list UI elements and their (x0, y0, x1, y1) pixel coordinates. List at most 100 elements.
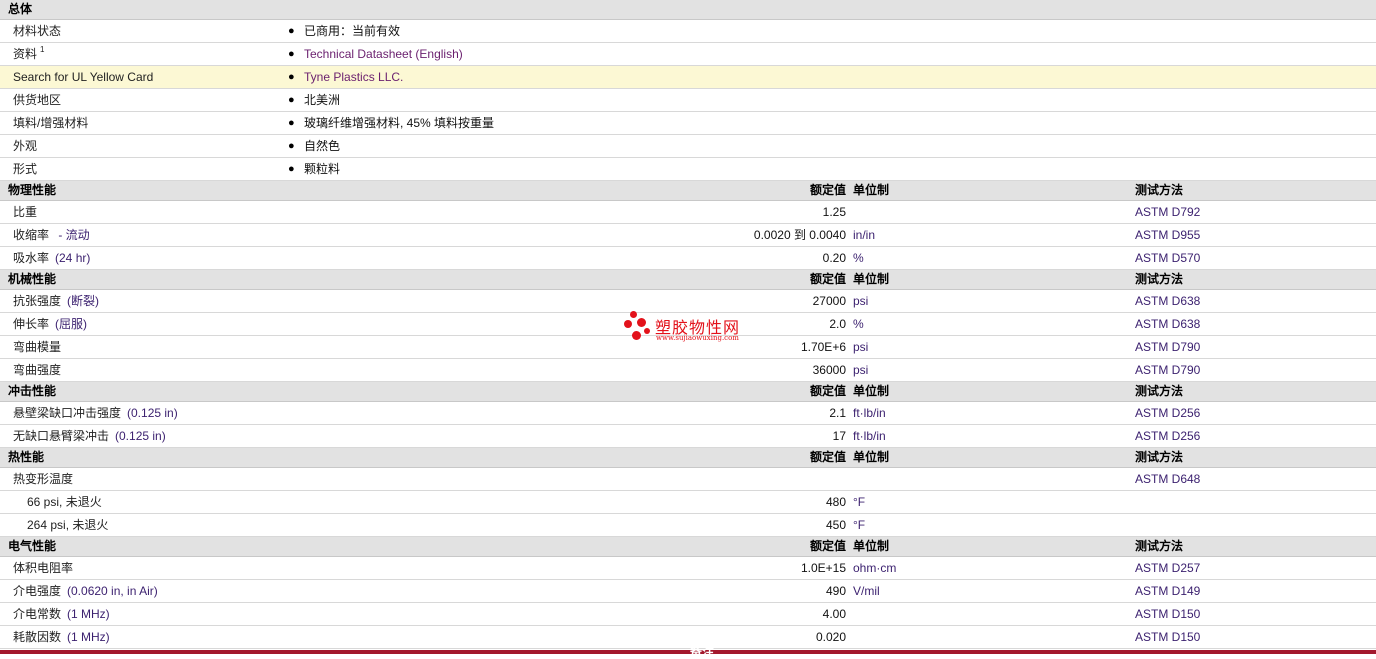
section-header: 物理性能 额定值 单位制 测试方法 (0, 181, 1376, 201)
property-row: 抗张强度 (断裂) 27000 psi ASTM D638 (0, 290, 1376, 313)
general-value-link[interactable]: Tyne Plastics LLC. (304, 66, 403, 88)
unit-value: V/mil (853, 584, 880, 598)
unit-value: ft·lb/in (853, 429, 886, 443)
unit-value: psi (853, 363, 869, 377)
property-row: 吸水率 (24 hr) 0.20% ASTM D570 (0, 247, 1376, 270)
general-label-text[interactable]: Search for UL Yellow Card (13, 70, 153, 84)
rated-value: 450 (825, 518, 846, 532)
test-method: ASTM D149 (1135, 584, 1201, 598)
general-row-label: 材料状态 (13, 20, 61, 42)
column-header-unit: 单位制 (853, 384, 890, 398)
test-method: ASTM D648 (1135, 472, 1201, 486)
property-label: 弯曲模量 (13, 336, 61, 358)
bullet-icon: ● (288, 48, 295, 60)
rated-value: 1.0E+15 (800, 561, 846, 575)
property-condition: (屈服) (55, 317, 88, 331)
footnote-marker: 1 (40, 45, 45, 54)
general-row-label: 资料 1 (13, 43, 44, 65)
test-method: ASTM D790 (1135, 340, 1201, 354)
column-header-test: 测试方法 (1135, 450, 1184, 464)
test-method: ASTM D256 (1135, 406, 1201, 420)
property-row: 264 psi, 未退火 450 °F (0, 514, 1376, 537)
property-row: 体积电阻率 1.0E+15 ohm·cm ASTM D257 (0, 557, 1376, 580)
general-row-label[interactable]: Search for UL Yellow Card (13, 66, 153, 88)
property-label: 弯曲强度 (13, 359, 61, 381)
property-row: 收缩率 - 流动 0.0020 到 0.0040 in/in ASTM D955 (0, 224, 1376, 247)
property-row: 66 psi, 未退火 480 °F (0, 491, 1376, 514)
unit-value: °F (853, 495, 866, 509)
test-method: ASTM D955 (1135, 228, 1201, 242)
bullet-icon: ● (288, 163, 295, 175)
property-name: 吸水率 (13, 251, 50, 265)
property-name: 收缩率 (13, 228, 50, 242)
bullet-icon: ● (288, 71, 295, 83)
bullet-icon: ● (288, 94, 295, 106)
rated-value: 1.70E+6 (800, 340, 846, 354)
section-header: 热性能 额定值 单位制 测试方法 (0, 448, 1376, 468)
column-header-rated: 额定值 (809, 272, 846, 286)
property-row: 悬壁梁缺口冲击强度 (0.125 in) 2.1 ft·lb/in ASTM D256 (0, 402, 1376, 425)
unit-value: psi (853, 294, 869, 308)
bullet-icon: ● (288, 25, 295, 37)
property-label: 收缩率 - 流动 (13, 224, 90, 246)
unit-value: ohm·cm (853, 561, 897, 575)
property-name: 介电强度 (13, 584, 62, 598)
property-row: 无缺口悬臂梁冲击 (0.125 in) 17 ft·lb/in ASTM D256 (0, 425, 1376, 448)
rated-value: 0.0020 到 0.0040 (753, 228, 846, 242)
property-label: 吸水率 (24 hr) (13, 247, 90, 269)
column-header-test: 测试方法 (1135, 539, 1184, 553)
property-name: 体积电阻率 (13, 561, 74, 575)
general-label-text: 形式 (13, 162, 38, 176)
property-name: 66 psi, 未退火 (27, 495, 102, 509)
general-value: 自然色 (304, 139, 341, 153)
footer-bar (0, 650, 1376, 654)
column-header-unit: 单位制 (853, 272, 890, 286)
property-label: 66 psi, 未退火 (27, 491, 102, 513)
column-header-test: 测试方法 (1135, 272, 1184, 286)
section-header-general: 总体 (0, 0, 1376, 20)
column-header-test: 测试方法 (1135, 384, 1184, 398)
property-row: 比重 1.25 ASTM D792 (0, 201, 1376, 224)
general-row-label: 形式 (13, 158, 37, 180)
property-condition: (1 MHz) (67, 607, 110, 621)
property-label: 抗张强度 (断裂) (13, 290, 99, 312)
property-row: 介电常数 (1 MHz) 4.00 ASTM D150 (0, 603, 1376, 626)
section-title: 冲击性能 (8, 384, 57, 398)
rated-value: 490 (825, 584, 846, 598)
unit-value: ft·lb/in (853, 406, 886, 420)
property-label: 比重 (13, 201, 37, 223)
section-header: 电气性能 额定值 单位制 测试方法 (0, 537, 1376, 557)
general-label-text: 资料 (13, 47, 38, 61)
property-name: 弯曲模量 (13, 340, 62, 354)
rated-value: 480 (825, 495, 846, 509)
unit-value: in/in (853, 228, 876, 242)
property-condition: (24 hr) (55, 251, 91, 265)
section-title: 物理性能 (8, 183, 57, 197)
property-condition: - 流动 (55, 228, 90, 242)
footer-notes-heading: 备注 (690, 645, 715, 659)
general-row: 资料 1 ● Technical Datasheet (English) (0, 43, 1376, 66)
property-name: 介电常数 (13, 607, 62, 621)
general-row: 外观 ● 自然色 (0, 135, 1376, 158)
property-condition: (0.0620 in, in Air) (67, 584, 158, 598)
section-title: 热性能 (8, 450, 45, 464)
general-label-text: 材料状态 (13, 24, 62, 38)
property-condition: (1 MHz) (67, 630, 110, 644)
bullet-icon: ● (288, 140, 295, 152)
general-value: 已商用：当前有效 (304, 24, 401, 38)
property-name: 264 psi, 未退火 (27, 518, 109, 532)
property-label: 伸长率 (屈服) (13, 313, 87, 335)
general-label-text: 供货地区 (13, 93, 62, 107)
general-value: 玻璃纤维增强材料, 45% 填料按重量 (304, 116, 495, 130)
property-label: 264 psi, 未退火 (27, 514, 108, 536)
test-method: ASTM D790 (1135, 363, 1201, 377)
rated-value: 4.00 (822, 607, 846, 621)
general-value-link[interactable]: Technical Datasheet (English) (304, 43, 463, 65)
rated-value: 36000 (812, 363, 846, 377)
test-method: ASTM D638 (1135, 317, 1201, 331)
property-label: 耗散因数 (1 MHz) (13, 626, 110, 648)
property-condition: (0.125 in) (115, 429, 166, 443)
general-row: 供货地区 ● 北美洲 (0, 89, 1376, 112)
general-row: 填料/增强材料 ● 玻璃纤维增强材料, 45% 填料按重量 (0, 112, 1376, 135)
property-row: 耗散因数 (1 MHz) 0.020 ASTM D150 (0, 626, 1376, 649)
